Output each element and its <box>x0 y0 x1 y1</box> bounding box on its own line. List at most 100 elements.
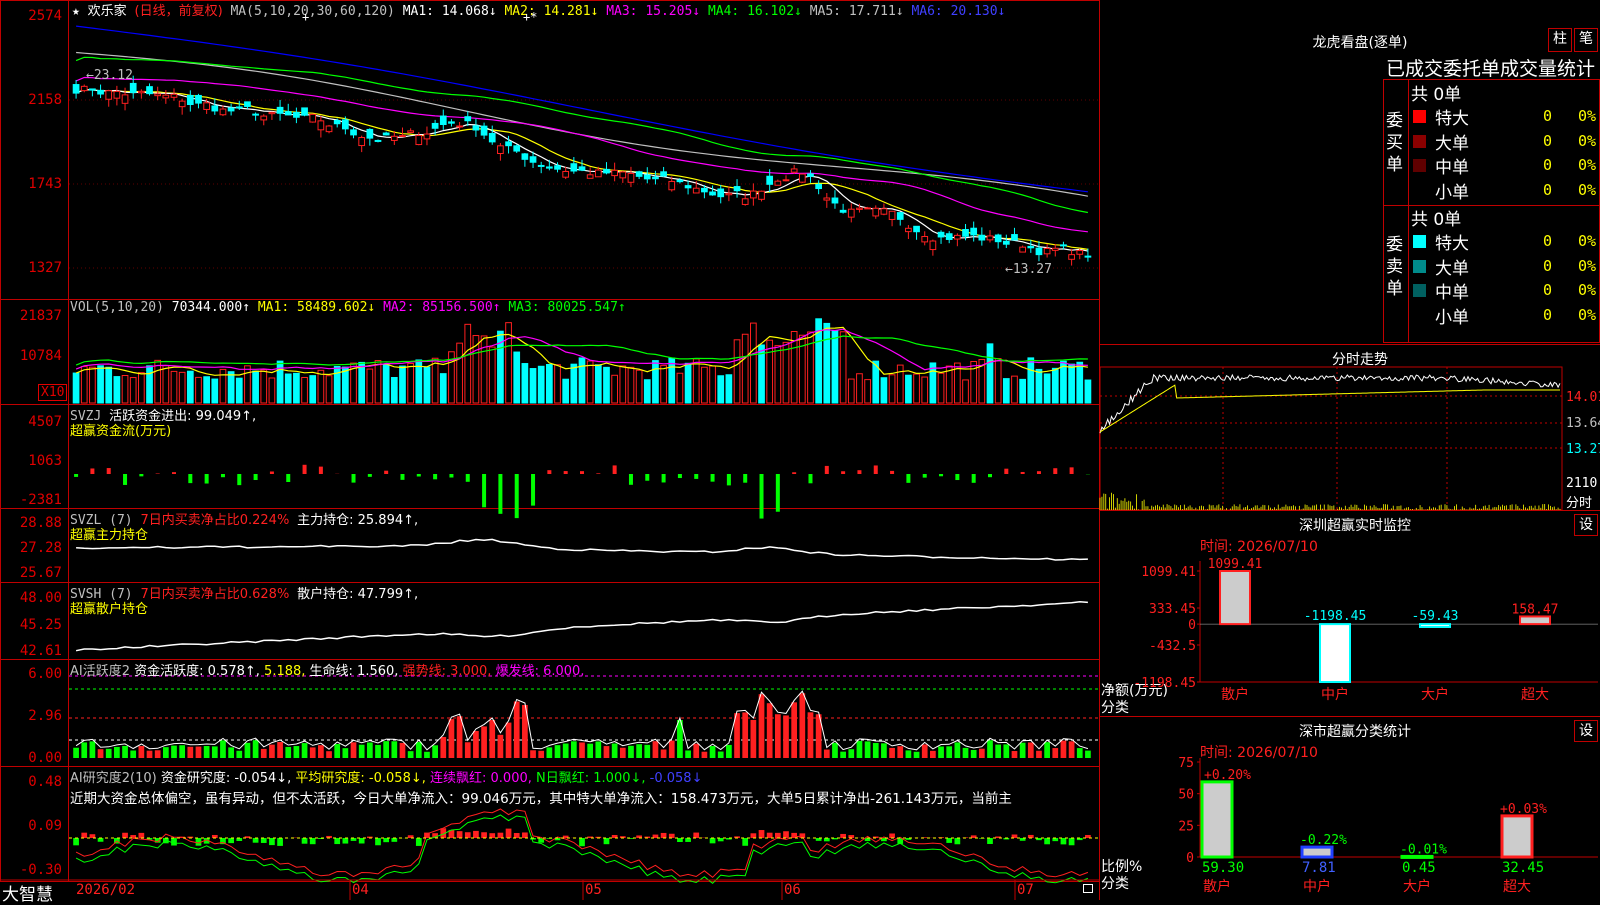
order-size-label: 小单 <box>1435 303 1469 328</box>
ai2-avg: 平均研究度: -0.058↓, <box>295 771 425 786</box>
research-bar <box>751 833 757 838</box>
svsh-ratio: 7日内买卖净占比0.628% <box>140 587 289 602</box>
sz-classify-settings-button[interactable]: 设 <box>1574 720 1598 742</box>
activity-bar <box>220 740 226 758</box>
ma3-value: MA3: 15.205↓ <box>606 4 700 19</box>
research-bar <box>310 838 316 844</box>
volume-bar <box>881 378 887 403</box>
activity-bar <box>400 743 406 758</box>
candle <box>90 89 96 90</box>
fund-bar <box>1053 468 1057 474</box>
activity-bar <box>228 747 234 758</box>
order-color-swatch <box>1413 235 1426 248</box>
ai1-header: AI活跃度2 资金活跃度: 0.578↑, 5.188, 生命线: 1.560,… <box>70 660 584 679</box>
research-bar <box>1069 838 1075 845</box>
section-divider <box>1099 344 1600 345</box>
candle <box>897 213 903 220</box>
candle <box>530 157 536 162</box>
volume-bar <box>555 365 561 403</box>
ma2-value: MA2: 14.281↓ <box>504 4 598 19</box>
activity-bar <box>187 747 193 758</box>
candle <box>400 136 406 137</box>
candle <box>1012 235 1018 240</box>
candle <box>1003 241 1009 244</box>
fund-bar <box>254 474 258 480</box>
intraday-title[interactable]: 分时走势 <box>1300 349 1420 369</box>
volume-bar <box>1003 379 1009 403</box>
candle <box>514 146 520 151</box>
fund-bar <box>205 474 209 484</box>
lhkp-subtitle: 已成交委托单成交量统计 <box>1386 54 1595 81</box>
order-count: 0 <box>1543 107 1552 125</box>
kline-header: ★ 欢乐家 (日线，前复权) MA(5,10,20,30,60,120) MA1… <box>72 0 1005 19</box>
candle <box>220 109 226 115</box>
activity-bar <box>979 749 985 758</box>
activity-bar <box>1012 751 1018 758</box>
volume-bar <box>636 370 642 403</box>
research-bar <box>693 833 699 838</box>
fund-bar <box>188 474 192 483</box>
stock-name[interactable]: 欢乐家 <box>88 4 127 19</box>
fund-bar <box>939 474 943 476</box>
star-icon: ★ <box>72 4 80 19</box>
order-percent: 0% <box>1578 156 1596 174</box>
y-tick: 0.09 <box>0 818 62 834</box>
ai1-value2: 5.188, <box>264 664 305 679</box>
fund-bar <box>90 468 94 474</box>
activity-bar <box>155 750 161 758</box>
volume-bar <box>995 359 1001 403</box>
volume-bar <box>726 375 732 403</box>
lock-icon[interactable] <box>1083 884 1093 893</box>
candle <box>1044 248 1050 253</box>
candle <box>759 191 765 199</box>
candle <box>636 172 642 177</box>
activity-bar <box>179 745 185 758</box>
candle <box>914 226 920 231</box>
volume-bar <box>612 375 618 403</box>
candle <box>1052 248 1058 250</box>
candle <box>612 170 618 175</box>
bar-mode-button[interactable]: 柱 <box>1548 28 1572 52</box>
volume-bar <box>628 367 634 403</box>
y-tick: 10784 <box>0 348 62 364</box>
research-bar <box>122 833 128 838</box>
activity-bar <box>897 746 903 758</box>
candle <box>457 126 463 127</box>
ai1-strong-line: 强势线: 3.000, <box>403 664 492 679</box>
activity-bar <box>1052 748 1058 758</box>
tick-mode-button[interactable]: 笔 <box>1574 28 1598 52</box>
volume-bar <box>1020 379 1026 403</box>
intraday-vol-tick: 2110 <box>1566 476 1597 491</box>
x-tick: 05 <box>585 882 602 898</box>
period-label[interactable]: (日线，前复权) <box>135 4 223 19</box>
candle <box>343 120 349 129</box>
sell-total: 共 0单 <box>1411 205 1461 230</box>
volume-bar <box>269 378 275 403</box>
vol-value: 70344.000↑ <box>172 300 250 315</box>
research-bar <box>489 833 495 838</box>
volume-bar <box>783 342 789 403</box>
vol-unit: X10 <box>38 384 67 401</box>
candle <box>791 169 797 172</box>
volume-bar <box>751 323 757 403</box>
main-chart-area[interactable]: ★ 欢乐家 (日线，前复权) MA(5,10,20,30,60,120) MA1… <box>0 0 1100 900</box>
candle <box>881 209 887 214</box>
event-mark[interactable]: +* <box>523 10 537 24</box>
order-percent: 0% <box>1578 107 1596 125</box>
volume-bar <box>261 370 267 403</box>
candle <box>506 142 512 146</box>
y-tick: 1063 <box>0 453 62 469</box>
candle <box>1077 251 1083 255</box>
low-price-mark: ←13.27 <box>1005 262 1052 277</box>
buy-total: 共 0单 <box>1411 80 1461 105</box>
research-bar <box>955 838 961 844</box>
event-mark[interactable]: + <box>302 10 309 24</box>
activity-bar <box>498 735 504 758</box>
volume-bar <box>489 347 495 403</box>
sz-monitor-settings-button[interactable]: 设 <box>1574 514 1598 536</box>
ma1-value: MA1: 14.068↓ <box>403 4 497 19</box>
fund-bar <box>466 474 470 482</box>
candle <box>367 129 373 138</box>
activity-bar <box>130 751 136 758</box>
candle <box>1020 247 1026 252</box>
